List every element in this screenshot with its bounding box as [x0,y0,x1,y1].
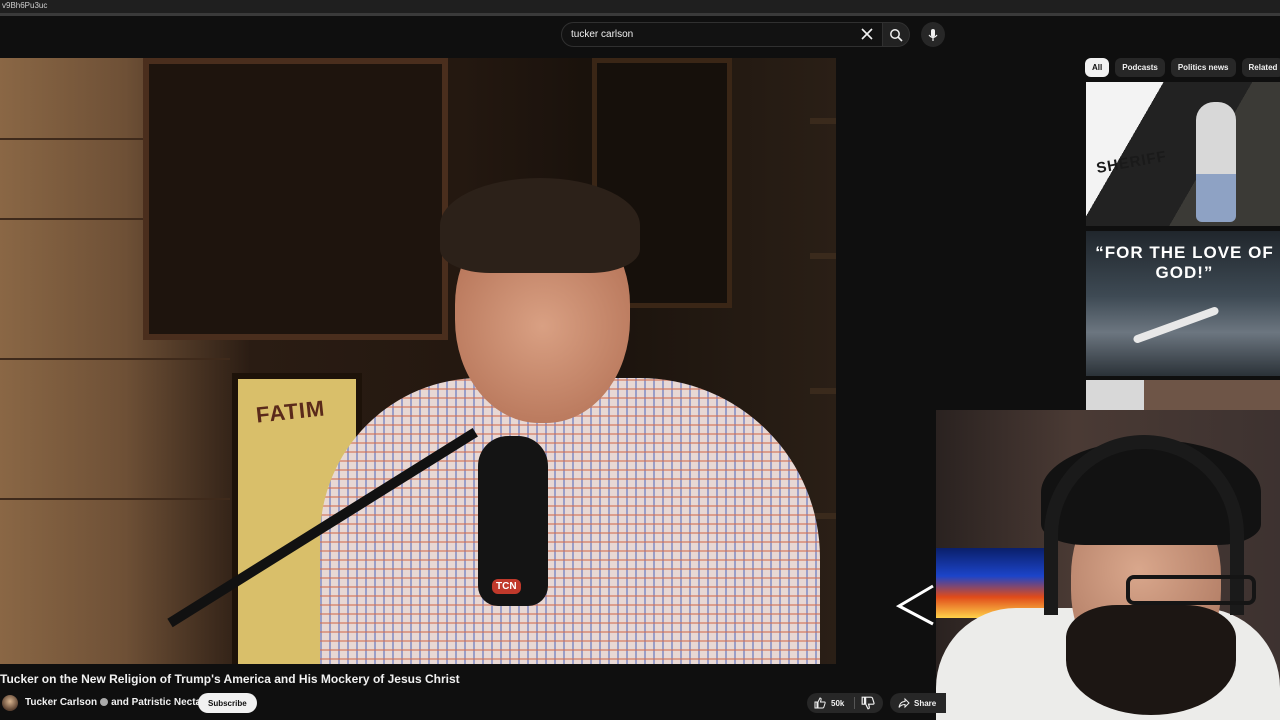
chip-related[interactable]: Related [1241,58,1280,77]
related-video-thumbnail[interactable] [1086,380,1280,410]
thumbs-up-icon [814,697,826,709]
chip-podcasts[interactable]: Podcasts [1115,58,1165,77]
search-icon [890,28,903,42]
voice-search-button[interactable] [921,22,945,47]
divider [854,697,855,709]
share-button[interactable]: Share [890,693,947,713]
microphone-icon [928,28,938,41]
thumbnail-text: “FOR THE LOVE OF GOD!” [1095,243,1274,282]
search-input[interactable]: tucker carlson [571,29,633,40]
chevron-left-icon[interactable] [893,582,938,627]
subscribe-button[interactable]: Subscribe [198,693,257,713]
related-filter-chips: All Podcasts Politics news Related [1085,58,1280,78]
thumbnail-text: SHERIFF [1095,147,1169,178]
like-button[interactable]: 50k [807,693,853,713]
url-text: v9Bh6Pu3uc [2,1,48,10]
avatar[interactable] [2,695,18,711]
collab-channel[interactable]: and Patristic Nectar [111,697,205,708]
video-player[interactable]: FATIM TCN [0,58,836,664]
host-shirt [320,378,820,664]
like-dislike-group: 50k [807,693,883,713]
bookshelf [810,388,836,394]
bookshelf [810,118,836,124]
video-owner-row: Tucker Carlson and Patristic Nectar Subsc… [0,692,947,714]
related-video-thumbnail[interactable]: SHERIFF [1086,82,1280,226]
chip-all[interactable]: All [1085,58,1110,77]
mic-logo: TCN [492,579,521,594]
verified-icon [100,698,109,706]
airplane-image [1132,305,1220,345]
thumbnail-figure [1196,102,1236,222]
eyeglasses [1126,575,1256,605]
channel-name-line: Tucker Carlson and Patristic Nectar [25,697,205,708]
browser-url-bar[interactable]: v9Bh6Pu3uc [0,0,1280,16]
streamer-beard [1066,605,1236,715]
webcam-overlay [936,410,1280,720]
thumbs-down-icon[interactable] [861,696,875,710]
wall-plank [0,498,230,500]
related-video-thumbnail[interactable]: “FOR THE LOVE OF GOD!” [1086,231,1280,376]
search-box[interactable]: tucker carlson [561,22,883,47]
channel-name[interactable]: Tucker Carlson [25,697,97,708]
wall-plank [0,358,230,360]
poster-text: FATIM [254,395,327,428]
masthead: tucker carlson [0,19,1280,58]
share-label: Share [914,698,937,708]
bookshelf [810,253,836,259]
like-count: 50k [831,698,845,708]
host-hair [440,178,640,273]
share-icon [898,697,910,709]
chip-politics-news[interactable]: Politics news [1170,58,1236,77]
close-icon[interactable] [860,27,874,41]
wall-frame [143,58,448,340]
podcast-microphone: TCN [478,436,548,606]
video-title: Tucker on the New Religion of Trump's Am… [0,672,460,686]
search-button[interactable] [882,22,910,47]
